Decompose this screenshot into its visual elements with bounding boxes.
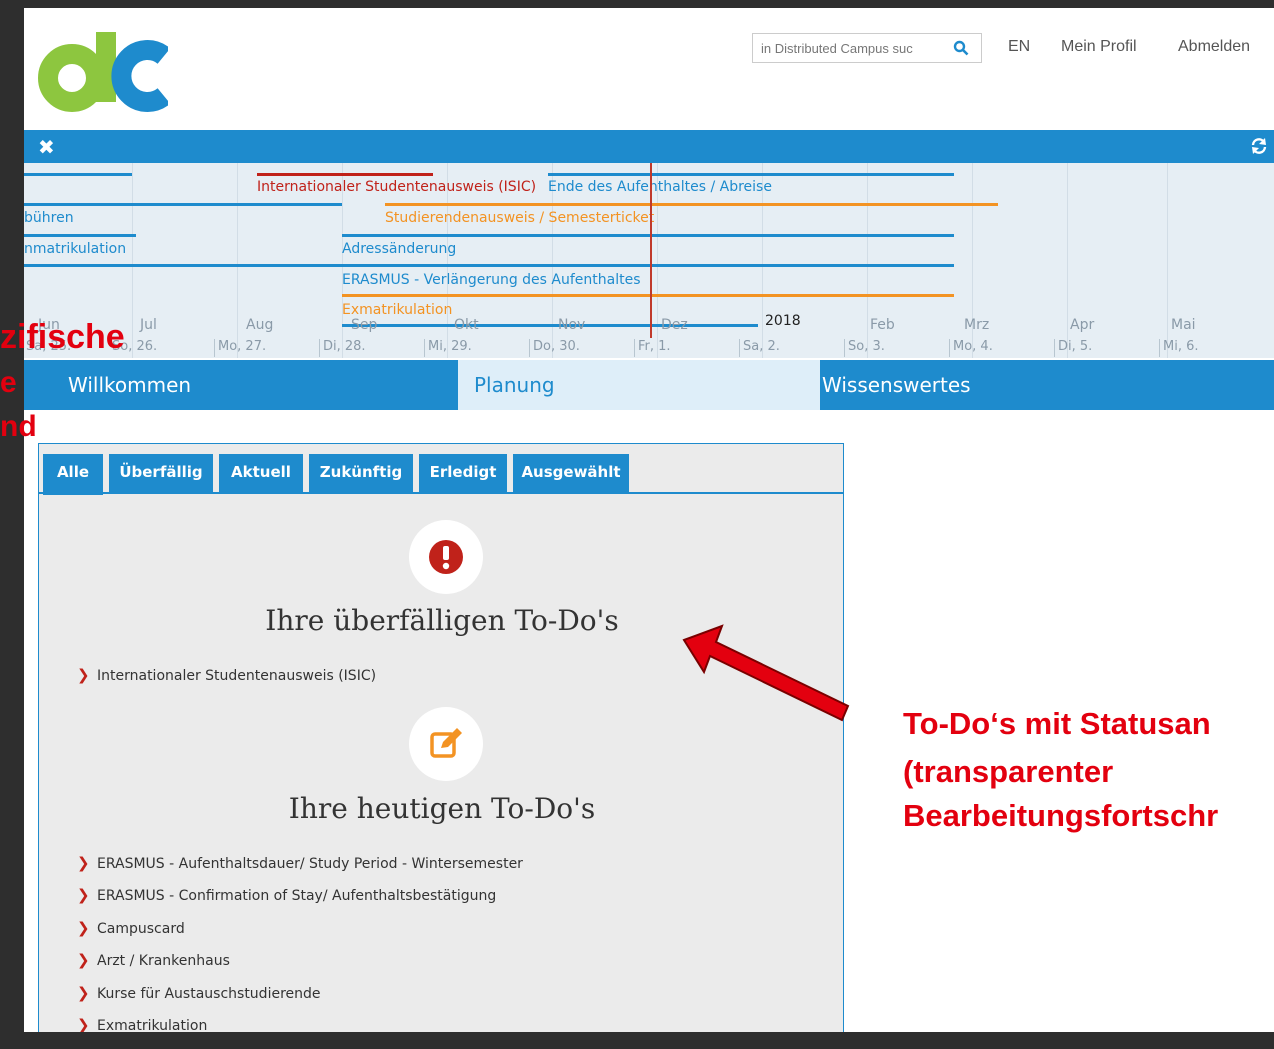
logout-link[interactable]: Abmelden xyxy=(1178,38,1250,56)
tab-underline xyxy=(39,492,843,494)
today-icon-circle xyxy=(409,707,483,781)
tab-alle[interactable]: Alle xyxy=(43,454,103,495)
timeline-month: Okt xyxy=(454,317,479,333)
timeline-bar[interactable] xyxy=(24,203,342,206)
timeline-month: Feb xyxy=(870,317,895,333)
timeline-bar[interactable] xyxy=(385,203,998,206)
nav-item-wissenswertes[interactable]: Wissenswertes xyxy=(822,360,971,410)
overdue-item[interactable]: ❯ Internationaler Studentenausweis (ISIC) xyxy=(77,666,376,684)
timeline-month: Mai xyxy=(1171,317,1196,333)
timeline-label[interactable]: Studierendenausweis / Semesterticket xyxy=(385,210,654,226)
today-item-label[interactable]: ERASMUS - Confirmation of Stay/ Aufentha… xyxy=(97,888,496,904)
search-box[interactable]: in Distributed Campus suc xyxy=(752,33,982,63)
search-input[interactable]: in Distributed Campus suc xyxy=(761,41,913,56)
tab-aktuell[interactable]: Aktuell xyxy=(219,454,303,492)
annotation-right-3: Bearbeitungsfortschr xyxy=(903,798,1219,833)
today-item-label[interactable]: ERASMUS - Aufenthaltsdauer/ Study Period… xyxy=(97,856,523,872)
tab-zukuenftig[interactable]: Zukünftig xyxy=(309,454,413,492)
timeline-bar[interactable] xyxy=(342,264,954,267)
timeline-label[interactable]: ERASMUS - Verlängerung des Aufenthaltes xyxy=(342,272,641,288)
profile-link[interactable]: Mein Profil xyxy=(1061,38,1137,56)
chevron-right-icon: ❯ xyxy=(77,886,90,904)
timeline-label[interactable]: Adressänderung xyxy=(342,241,456,257)
today-item-label[interactable]: Campuscard xyxy=(97,921,185,937)
timeline-month: Jul xyxy=(140,317,157,333)
nav-item-willkommen[interactable]: Willkommen xyxy=(68,360,191,410)
timeline-month: Apr xyxy=(1070,317,1095,333)
today-item-label[interactable]: Kurse für Austauschstudierende xyxy=(97,986,321,1002)
timeline-day: Do, 30. xyxy=(533,339,580,354)
today-item[interactable]: ❯ Kurse für Austauschstudierende xyxy=(77,984,321,1002)
today-item[interactable]: ❯ Campuscard xyxy=(77,919,185,937)
overdue-item-label[interactable]: Internationaler Studentenausweis (ISIC) xyxy=(97,668,376,684)
presentation-frame: in Distributed Campus suc EN Mein Profil… xyxy=(0,0,1274,1049)
timeline-month: Dez xyxy=(661,317,688,333)
timeline-year: 2018 xyxy=(765,313,801,329)
timeline-day: Di, 28. xyxy=(323,339,366,354)
timeline-bar[interactable] xyxy=(24,173,132,176)
chevron-right-icon: ❯ xyxy=(77,1016,90,1032)
timeline-bar[interactable] xyxy=(548,173,954,176)
timeline-bar[interactable] xyxy=(342,234,954,237)
annotation-right-2: (transparenter xyxy=(903,754,1114,789)
timeline-day: Mi, 6. xyxy=(1163,339,1199,354)
timeline-bar[interactable] xyxy=(24,264,342,267)
timeline-month: Sep xyxy=(351,317,378,333)
exclamation-icon xyxy=(429,540,463,574)
timeline-day: Mi, 29. xyxy=(428,339,472,354)
main-nav: Willkommen Planung Wissenswertes xyxy=(24,360,1274,410)
timeline-chart[interactable]: Internationaler Studentenausweis (ISIC) … xyxy=(24,163,1274,358)
timeline-day: So, 3. xyxy=(848,339,885,354)
timeline-month: Mrz xyxy=(964,317,990,333)
timeline-bar[interactable] xyxy=(342,324,758,327)
timeline-bar[interactable] xyxy=(24,234,136,237)
today-item[interactable]: ❯ ERASMUS - Aufenthaltsdauer/ Study Perio… xyxy=(77,854,523,872)
today-item[interactable]: ❯ Exmatrikulation xyxy=(77,1016,207,1032)
timeline-day: Fr, 1. xyxy=(638,339,671,354)
timeline-bar-isic[interactable] xyxy=(257,173,433,176)
dc-logo[interactable] xyxy=(38,26,168,116)
today-item-label[interactable]: Arzt / Krankenhaus xyxy=(97,953,230,969)
edit-icon xyxy=(430,728,462,758)
annotation-arrow-icon xyxy=(682,624,850,722)
timeline-label[interactable]: Exmatrikulation xyxy=(342,302,452,318)
annotation-right-1: To-Do‘s mit Statusan xyxy=(903,706,1211,741)
today-marker xyxy=(650,163,652,338)
timeline-day: Mo, 27. xyxy=(218,339,267,354)
today-title: Ihre heutigen To-Do's xyxy=(288,792,596,825)
tab-ausgewaehlt[interactable]: Ausgewählt xyxy=(513,454,629,492)
timeline-label[interactable]: bühren xyxy=(24,210,74,226)
close-icon[interactable]: ✖ xyxy=(38,135,55,159)
annotation-left-1: zifische xyxy=(0,318,125,356)
timeline-toolbar: ✖ xyxy=(24,130,1274,163)
refresh-icon[interactable] xyxy=(1250,137,1268,155)
chevron-right-icon: ❯ xyxy=(77,951,90,969)
today-item-label[interactable]: Exmatrikulation xyxy=(97,1018,207,1032)
timeline-day: Sa, 2. xyxy=(743,339,780,354)
timeline-bar[interactable] xyxy=(342,294,954,297)
tab-erledigt[interactable]: Erledigt xyxy=(419,454,507,492)
nav-item-planung[interactable]: Planung xyxy=(474,360,555,410)
timeline-label[interactable]: Ende des Aufenthaltes / Abreise xyxy=(548,179,772,195)
timeline-day: Mo, 4. xyxy=(953,339,993,354)
search-icon[interactable] xyxy=(953,40,969,56)
chevron-right-icon: ❯ xyxy=(77,666,90,684)
tab-ueberfaellig[interactable]: Überfällig xyxy=(109,454,213,492)
today-item[interactable]: ❯ Arzt / Krankenhaus xyxy=(77,951,230,969)
timeline-day: Di, 5. xyxy=(1058,339,1093,354)
chevron-right-icon: ❯ xyxy=(77,984,90,1002)
timeline-label[interactable]: Internationaler Studentenausweis (ISIC) xyxy=(257,179,536,195)
timeline-label[interactable]: nmatrikulation xyxy=(24,241,126,257)
annotation-left-2: e xyxy=(0,366,17,399)
annotation-left-3: nd xyxy=(0,410,37,443)
timeline-month: Nov xyxy=(558,317,586,333)
chevron-right-icon: ❯ xyxy=(77,919,90,937)
app-screen: in Distributed Campus suc EN Mein Profil… xyxy=(24,8,1274,1032)
language-link[interactable]: EN xyxy=(1008,38,1030,56)
overdue-icon-circle xyxy=(409,520,483,594)
today-item[interactable]: ❯ ERASMUS - Confirmation of Stay/ Aufenth… xyxy=(77,886,496,904)
todo-panel: Alle Überfällig Aktuell Zukünftig Erledi… xyxy=(38,443,844,1032)
chevron-right-icon: ❯ xyxy=(77,854,90,872)
timeline-month: Aug xyxy=(246,317,274,333)
